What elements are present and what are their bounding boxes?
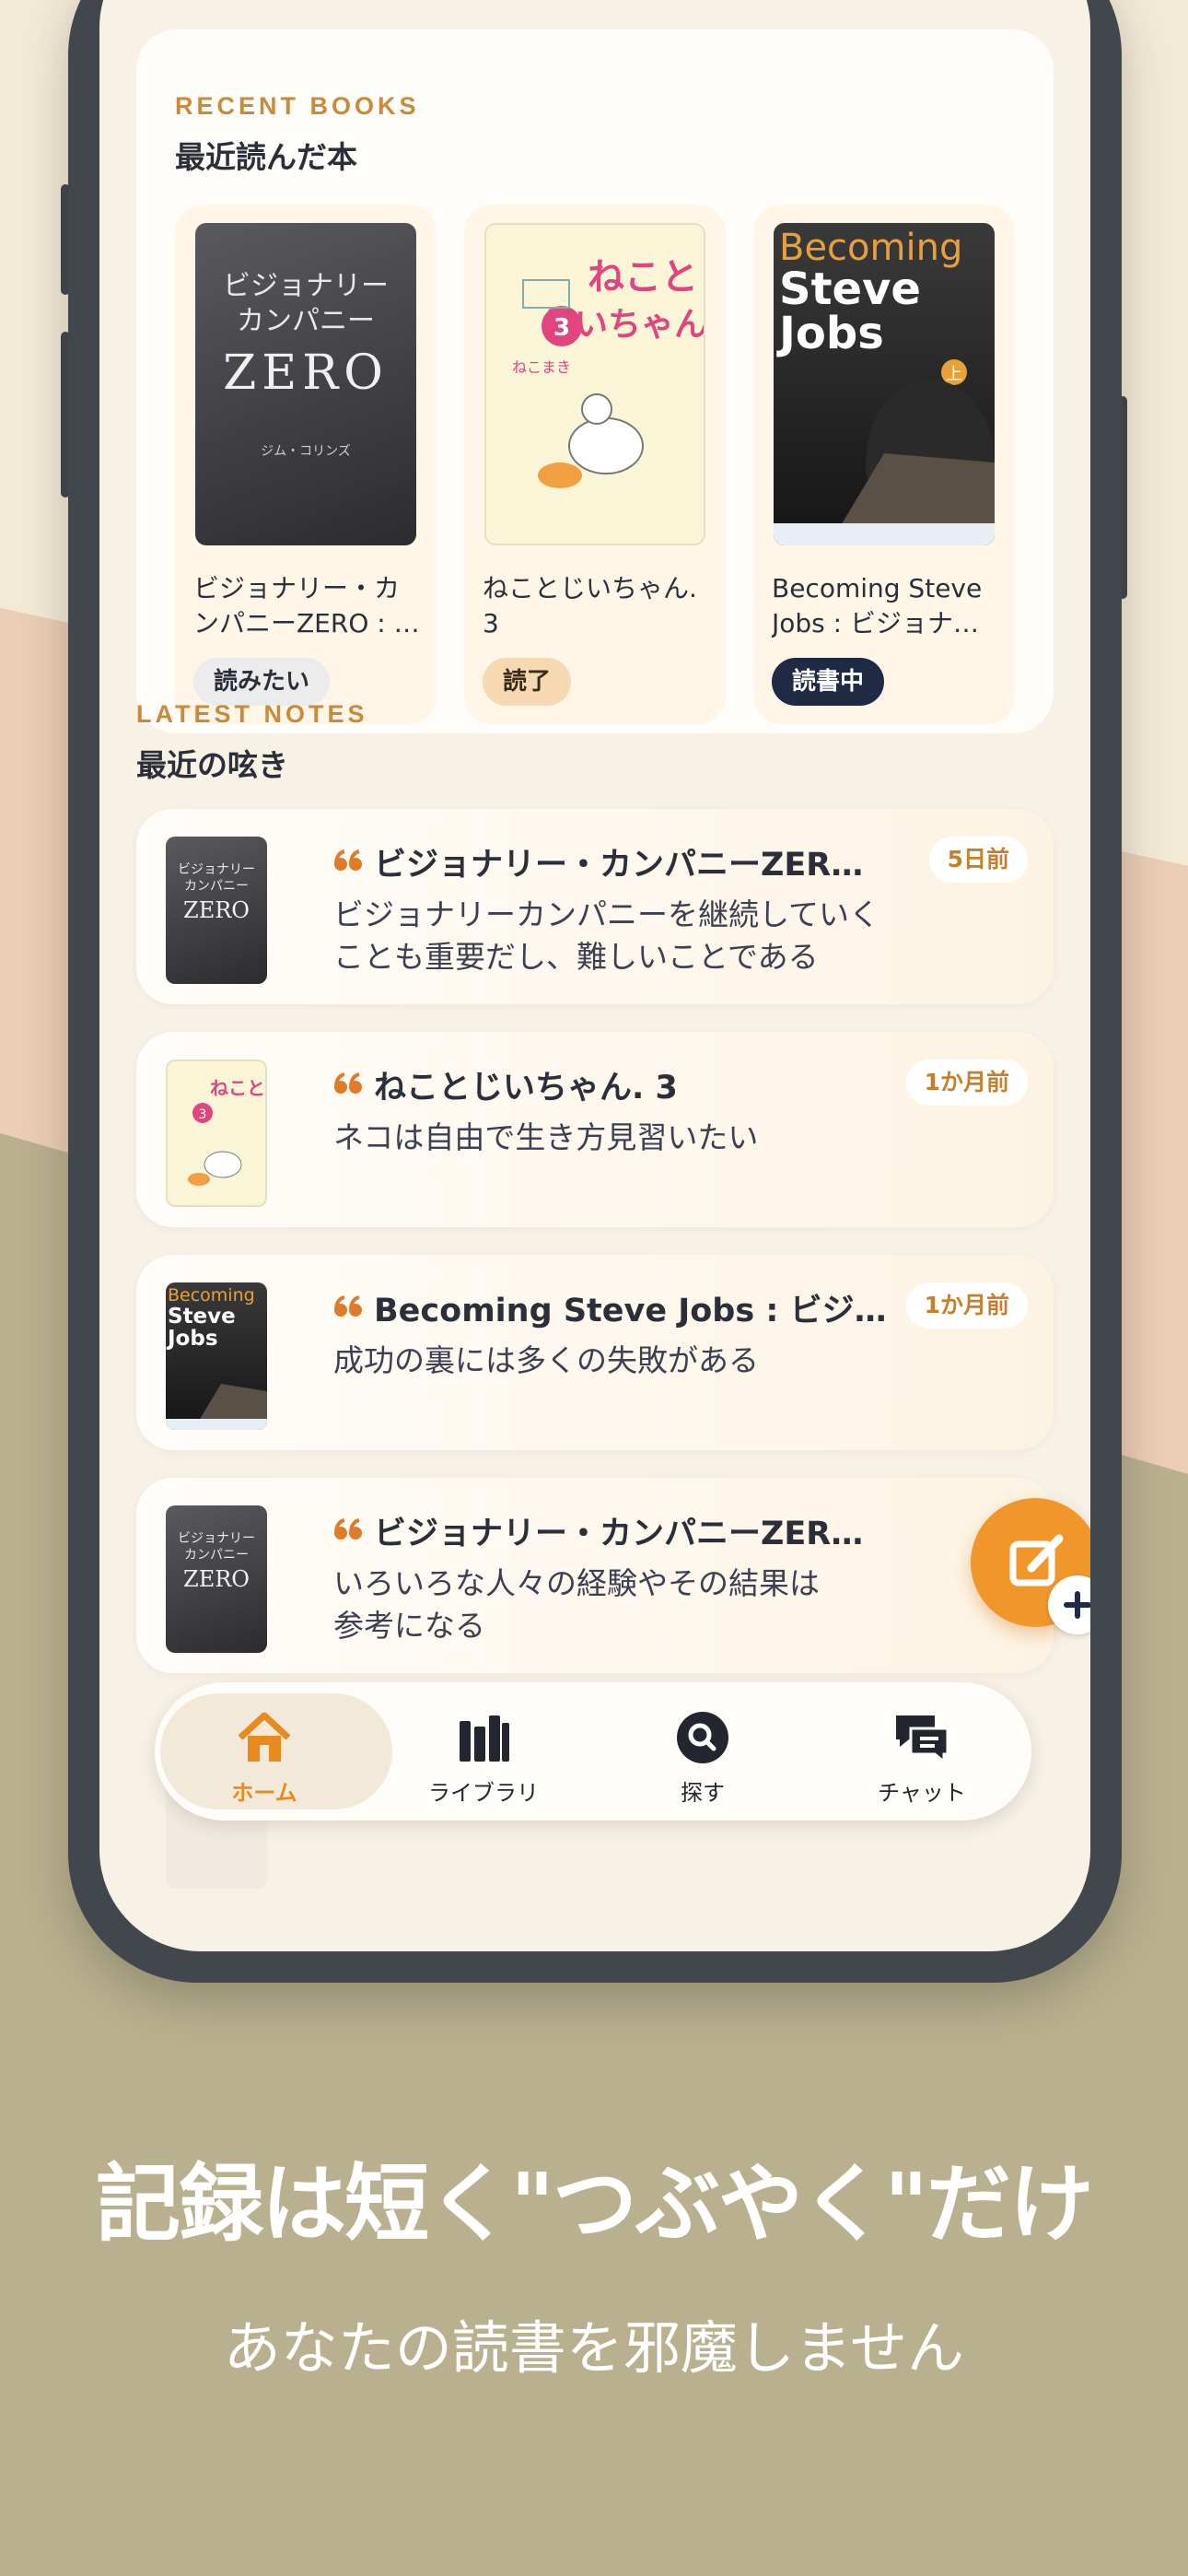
- library-icon: [460, 1715, 509, 1762]
- search-icon: [677, 1712, 728, 1763]
- app-screen: RECENT BOOKS 最近読んだ本 ビジョナリー カンパニー ZERO ジム…: [99, 0, 1090, 1951]
- note-timestamp: 5日前: [928, 837, 1028, 883]
- tab-search[interactable]: 探す: [593, 1682, 812, 1821]
- quote-icon: [334, 1072, 362, 1094]
- svg-text:ビジョナリー: ビジョナリー: [178, 1531, 255, 1546]
- note-card[interactable]: ねこと 3 ねことじいちゃん. 3 ネコは自由で生き方見習いたい 1か月前: [136, 1032, 1054, 1227]
- book-card[interactable]: ビジョナリー カンパニー ZERO ジム・コリンズ ビジョナリー・カンパニーZE…: [175, 205, 437, 724]
- quote-icon: [334, 849, 362, 871]
- note-book-thumbnail: ビジョナリー カンパニー ZERO: [166, 837, 267, 984]
- book-card[interactable]: ねこと じいちゃん 3 ねこまき ねことじいちゃん. 3 読了: [464, 205, 726, 724]
- note-book-title: ビジョナリー・カンパニーZERO : ゼロから事業を生み出し: [374, 847, 890, 884]
- svg-text:ねこまき: ねこまき: [512, 358, 571, 376]
- latest-notes-title: 最近の呟き: [136, 747, 288, 783]
- svg-text:ZERO: ZERO: [183, 1566, 250, 1592]
- note-text: 成功の裏には多くの失敗がある: [333, 1342, 759, 1378]
- tab-label: 探す: [681, 1780, 725, 1806]
- status-badge: 読書中: [772, 658, 885, 706]
- svg-text:カンパニー: カンパニー: [184, 879, 249, 894]
- book-cover: ねこと じいちゃん 3 ねこまき: [484, 223, 705, 545]
- tab-label: ライブラリ: [428, 1780, 539, 1806]
- note-book-thumbnail: ねこと 3: [166, 1060, 267, 1207]
- svg-text:ZERO: ZERO: [223, 345, 389, 401]
- home-icon: [238, 1712, 291, 1762]
- recent-books-title: 最近読んだ本: [175, 139, 357, 175]
- bottom-tab-bar: ホーム ライブラリ 探す チャット: [155, 1682, 1031, 1821]
- plus-icon: [1048, 1575, 1090, 1634]
- latest-notes-eyebrow: LATEST NOTES: [136, 700, 368, 728]
- book-title: ねことじいちゃん. 3: [483, 573, 697, 638]
- marketing-subline: あなたの読書を邪魔しません: [223, 2314, 965, 2382]
- svg-text:カンパニー: カンパニー: [237, 305, 375, 337]
- svg-text:Steve: Steve: [168, 1305, 236, 1329]
- svg-text:ビジョナリー: ビジョナリー: [178, 862, 255, 877]
- svg-text:上: 上: [946, 365, 962, 384]
- recent-books-section: RECENT BOOKS 最近読んだ本 ビジョナリー カンパニー ZERO ジム…: [136, 29, 1054, 733]
- note-book-thumbnail: Becoming Steve Jobs: [166, 1282, 267, 1430]
- svg-text:Jobs: Jobs: [166, 1327, 218, 1351]
- quote-icon: [334, 1518, 362, 1540]
- book-cover: ビジョナリー カンパニー ZERO ジム・コリンズ: [195, 223, 416, 545]
- tab-label: チャット: [878, 1780, 966, 1806]
- tab-home[interactable]: ホーム: [155, 1682, 392, 1821]
- book-title: ビジョナリー・カンパニーZERO : ゼロから事業を生み出し、偉大で永続的な企業…: [193, 573, 420, 638]
- note-timestamp: 1か月前: [905, 1060, 1028, 1106]
- note-text: ネコは自由で生き方見習いたい: [333, 1119, 759, 1155]
- note-timestamp: 1か月前: [905, 1282, 1028, 1329]
- svg-text:カンパニー: カンパニー: [184, 1548, 249, 1563]
- note-book-title: ねことじいちゃん. 3: [374, 1070, 678, 1107]
- note-card[interactable]: ビジョナリー カンパニー ZERO ビジョナリー・カンパニーZERO : ゼロか…: [136, 1478, 1054, 1673]
- note-card[interactable]: Becoming Steve Jobs Becoming Steve Jobs …: [136, 1255, 1054, 1450]
- svg-text:ビジョナリー: ビジョナリー: [223, 270, 389, 302]
- note-book-title: Becoming Steve Jobs : ビジョナリーへの成長物語: [374, 1293, 890, 1329]
- marketing-headline: 記録は短く"つぶやく"だけ: [96, 2155, 1094, 2254]
- book-cover: Becoming Steve Jobs 上: [774, 223, 995, 545]
- book-title: Becoming Steve Jobs : ビジョナリーへの成長物語: [772, 573, 983, 638]
- note-text: ビジョナリーカンパニーを継続していくことも重要だし、難しいことである: [333, 896, 880, 975]
- phone-frame: RECENT BOOKS 最近読んだ本 ビジョナリー カンパニー ZERO ジム…: [68, 0, 1122, 1983]
- svg-text:3: 3: [553, 314, 570, 342]
- svg-text:Becoming: Becoming: [168, 1285, 255, 1306]
- status-badge: 読了: [483, 658, 572, 706]
- tab-label: ホーム: [231, 1780, 297, 1806]
- svg-text:ZERO: ZERO: [183, 897, 250, 923]
- book-card[interactable]: Becoming Steve Jobs 上 Becoming Steve Job…: [753, 205, 1015, 724]
- tab-library[interactable]: ライブラリ: [374, 1682, 593, 1821]
- note-book-thumbnail: ビジョナリー カンパニー ZERO: [166, 1505, 267, 1653]
- chat-icon: [896, 1715, 949, 1765]
- recent-books-eyebrow: RECENT BOOKS: [175, 92, 420, 120]
- note-text: いろいろな人々の経験やその結果は参考になる: [333, 1565, 820, 1644]
- tab-chat[interactable]: チャット: [812, 1682, 1031, 1821]
- svg-text:3: 3: [199, 1107, 207, 1122]
- note-book-title: ビジョナリー・カンパニーZERO : ゼロから事業を生み出し: [374, 1516, 890, 1552]
- svg-text:Jobs: Jobs: [776, 308, 884, 359]
- note-card[interactable]: ビジョナリー カンパニー ZERO ビジョナリー・カンパニーZERO : ゼロか…: [136, 809, 1054, 1004]
- quote-icon: [334, 1295, 362, 1317]
- svg-text:ねこと: ねこと: [588, 256, 698, 299]
- status-badge: 読みたい: [193, 658, 331, 706]
- svg-text:ジム・コリンズ: ジム・コリンズ: [261, 444, 351, 459]
- svg-text:ねこと: ねこと: [210, 1077, 265, 1099]
